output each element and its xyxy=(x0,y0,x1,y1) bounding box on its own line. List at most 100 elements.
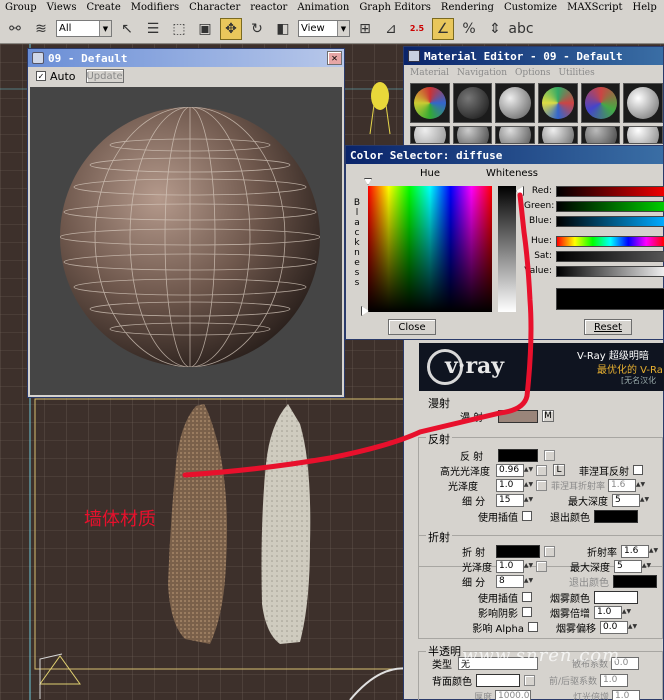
fresnel-ior-input[interactable]: 1.6 xyxy=(608,478,637,492)
spinner-arrows-icon[interactable]: ▲▼ xyxy=(524,560,533,573)
refract-color-swatch[interactable] xyxy=(496,544,540,558)
use-interp-checkbox[interactable] xyxy=(522,511,532,521)
spinner-arrows-icon[interactable]: ▲▼ xyxy=(524,464,533,477)
sample-slot[interactable] xyxy=(410,126,450,144)
sample-slot[interactable] xyxy=(452,126,493,144)
named-selection-icon[interactable]: abc xyxy=(508,18,533,40)
sample-slot[interactable] xyxy=(623,83,664,123)
hilight-gloss-input[interactable]: 0.96 xyxy=(496,463,524,477)
diffuse-color-swatch[interactable] xyxy=(498,409,538,423)
sample-slot[interactable] xyxy=(538,83,578,123)
gloss-input[interactable]: 1.0 xyxy=(496,478,524,492)
selection-filter-dropdown[interactable]: All ▼ xyxy=(56,20,112,37)
fwd-back-input[interactable]: 1.0 xyxy=(600,673,629,687)
sample-slot[interactable] xyxy=(410,83,450,123)
window-crossing-icon[interactable]: ▣ xyxy=(194,18,216,40)
ior-input[interactable]: 1.6 xyxy=(621,544,649,558)
fresnel-checkbox[interactable] xyxy=(633,465,643,475)
rect-selection-icon[interactable]: ⬚ xyxy=(168,18,190,40)
sample-slot[interactable] xyxy=(495,83,536,123)
fog-color-swatch[interactable] xyxy=(594,590,638,604)
affect-alpha-checkbox[interactable] xyxy=(528,622,538,632)
red-slider[interactable] xyxy=(556,186,664,197)
spinner-arrows-icon[interactable]: ▲▼ xyxy=(636,479,645,492)
reference-coord-dropdown[interactable]: View ▼ xyxy=(298,20,350,37)
sample-slot[interactable] xyxy=(580,126,621,144)
menu-create[interactable]: Create xyxy=(82,2,126,13)
menu-group[interactable]: Group xyxy=(0,2,42,13)
refract-map-button[interactable] xyxy=(544,545,555,557)
hilight-gloss-map-button[interactable] xyxy=(536,464,547,476)
select-object-icon[interactable]: ↖ xyxy=(116,18,138,40)
menu-graph-editors[interactable]: Graph Editors xyxy=(354,2,436,13)
refr-subdivs-input[interactable]: 8 xyxy=(496,574,524,588)
reset-button[interactable]: Reset xyxy=(584,319,632,335)
menu-help[interactable]: Help xyxy=(628,2,662,13)
gloss-map-button[interactable] xyxy=(536,479,547,491)
menu-views[interactable]: Views xyxy=(42,2,82,13)
value-slider[interactable] xyxy=(556,266,664,277)
affect-shadows-checkbox[interactable] xyxy=(522,607,532,617)
close-button[interactable]: Close xyxy=(388,319,436,335)
spinner-arrows-icon[interactable]: ▲▼ xyxy=(524,479,533,492)
reflect-color-swatch[interactable] xyxy=(498,448,538,462)
spinner-arrows-icon[interactable]: ▲▼ xyxy=(524,494,533,507)
spinner-snap-icon[interactable]: ⇕ xyxy=(484,18,506,40)
menu-reactor[interactable]: reactor xyxy=(245,2,292,13)
fog-mult-input[interactable]: 1.0 xyxy=(594,605,622,619)
green-slider[interactable] xyxy=(556,201,664,212)
menu-customize[interactable]: Customize xyxy=(499,2,562,13)
reflect-map-button[interactable] xyxy=(544,449,555,461)
menu-navigation[interactable]: Navigation xyxy=(457,68,507,78)
refr-max-depth-input[interactable]: 5 xyxy=(614,559,642,573)
diffuse-map-button[interactable]: M xyxy=(542,410,554,422)
hue-pointer[interactable] xyxy=(364,178,372,185)
update-button[interactable]: Update xyxy=(85,69,124,83)
pivot-icon[interactable]: ⊞ xyxy=(354,18,376,40)
whiteness-bar[interactable] xyxy=(498,186,516,312)
spinner-arrows-icon[interactable]: ▲▼ xyxy=(524,575,533,588)
bind-space-warp-icon[interactable]: ≋ xyxy=(30,18,52,40)
menu-material[interactable]: Material xyxy=(410,68,449,78)
lock-button[interactable]: L xyxy=(553,464,565,476)
menu-modifiers[interactable]: Modifiers xyxy=(126,2,184,13)
sample-slot[interactable] xyxy=(452,83,493,123)
menu-utilities[interactable]: Utilities xyxy=(558,68,594,78)
whiteness-pointer[interactable] xyxy=(516,186,524,196)
hue-slider[interactable] xyxy=(556,236,664,247)
thickness-input[interactable]: 1000.0 xyxy=(495,689,531,700)
hue-blackness-field[interactable] xyxy=(368,186,492,312)
angle-snap-icon[interactable]: ∠ xyxy=(432,17,454,40)
select-scale-icon[interactable]: ◧ xyxy=(272,18,294,40)
sample-slot[interactable] xyxy=(580,83,621,123)
back-color-swatch[interactable] xyxy=(476,673,520,687)
snap-toggle-icon[interactable]: 2.5 xyxy=(406,18,428,40)
menu-character[interactable]: Character xyxy=(184,2,245,13)
spinner-arrows-icon[interactable]: ▲▼ xyxy=(622,606,631,619)
mirror-icon[interactable]: ⊿ xyxy=(380,18,402,40)
menu-maxscript[interactable]: MAXScript xyxy=(562,2,627,13)
menu-animation[interactable]: Animation xyxy=(292,2,354,13)
select-rotate-icon[interactable]: ↻ xyxy=(246,18,268,40)
spinner-arrows-icon[interactable]: ▲▼ xyxy=(640,494,649,507)
select-by-name-icon[interactable]: ☰ xyxy=(142,18,164,40)
sample-slot[interactable] xyxy=(623,126,664,144)
menu-rendering[interactable]: Rendering xyxy=(436,2,499,13)
light-mult-input[interactable]: 1.0 xyxy=(612,689,641,700)
exit-color-swatch[interactable] xyxy=(594,509,638,523)
sample-slot[interactable] xyxy=(495,126,536,144)
auto-checkbox[interactable]: ✓ xyxy=(36,71,46,81)
fog-bias-input[interactable]: 0.0 xyxy=(600,620,628,634)
refr-use-interp-checkbox[interactable] xyxy=(522,592,532,602)
back-color-map-button[interactable] xyxy=(524,674,535,686)
sample-slot[interactable] xyxy=(538,126,578,144)
sat-slider[interactable] xyxy=(556,251,664,262)
blue-slider[interactable] xyxy=(556,216,664,227)
subdivs-input[interactable]: 15 xyxy=(496,493,524,507)
select-move-icon[interactable]: ✥ xyxy=(220,17,242,40)
refr-gloss-input[interactable]: 1.0 xyxy=(496,559,524,573)
refr-gloss-map-button[interactable] xyxy=(536,560,547,572)
spinner-arrows-icon[interactable]: ▲▼ xyxy=(649,545,658,558)
refr-exit-color-swatch[interactable] xyxy=(613,574,657,588)
close-icon[interactable]: ✕ xyxy=(327,51,342,65)
